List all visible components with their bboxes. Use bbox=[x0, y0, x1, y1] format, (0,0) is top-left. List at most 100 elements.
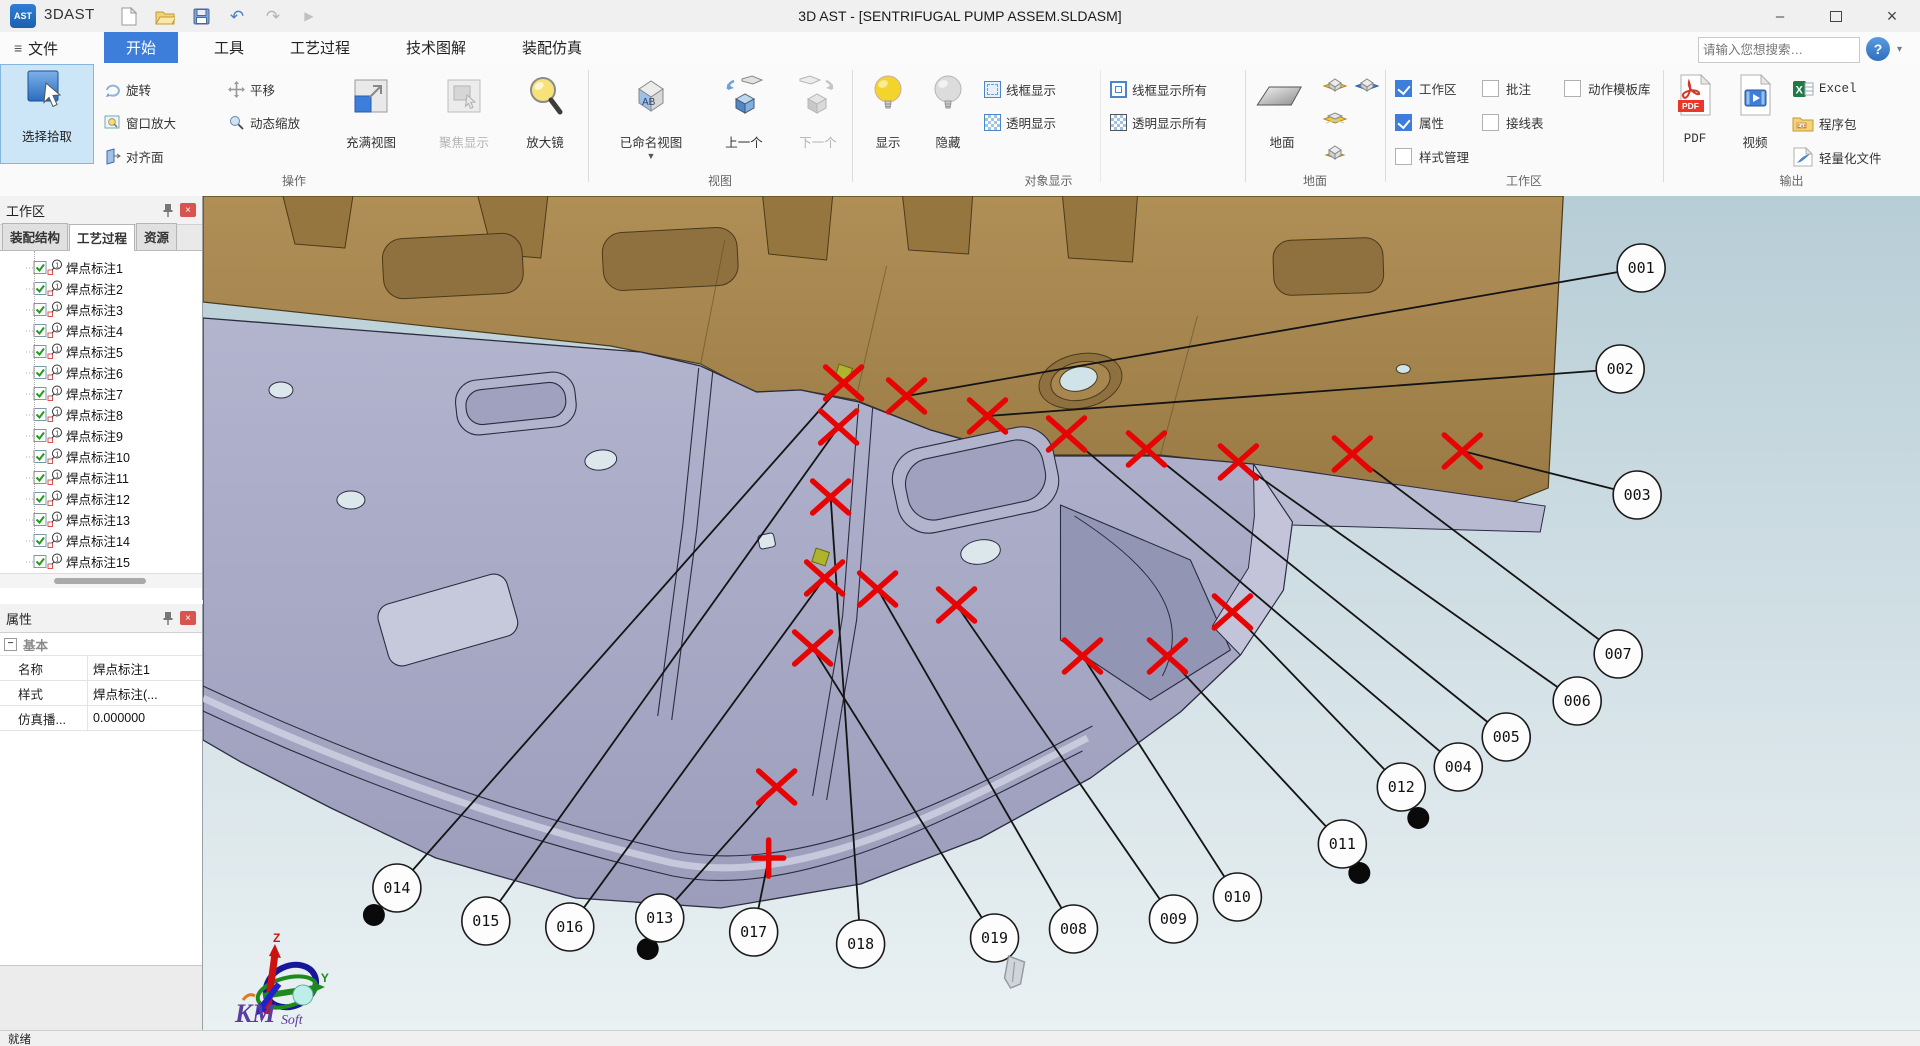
tree-checkbox[interactable] bbox=[34, 325, 46, 337]
tree-item[interactable]: 1焊点标注11 bbox=[0, 467, 202, 488]
balloon[interactable]: 012 bbox=[1377, 763, 1425, 811]
export-lightweight-button[interactable]: 轻量化文件 bbox=[1792, 146, 1882, 168]
named-view-caret-icon[interactable]: ▼ bbox=[647, 151, 656, 161]
balloon[interactable]: 004 bbox=[1434, 743, 1482, 791]
help-button[interactable]: ? bbox=[1866, 37, 1890, 61]
wireframe-display-button[interactable]: 线框显示 bbox=[984, 78, 1056, 100]
balloon[interactable]: 005 bbox=[1482, 713, 1530, 761]
tree-checkbox[interactable] bbox=[34, 409, 46, 421]
check-style-manager[interactable]: 样式管理 bbox=[1395, 146, 1469, 166]
tree-checkbox[interactable] bbox=[34, 535, 46, 547]
tree-checkbox[interactable] bbox=[34, 346, 46, 358]
balloon[interactable]: 002 bbox=[1596, 345, 1644, 393]
tab-assembly-structure[interactable]: 装配结构 bbox=[2, 223, 68, 250]
tree-checkbox[interactable] bbox=[34, 451, 46, 463]
tree-item[interactable]: 1焊点标注9 bbox=[0, 425, 202, 446]
rotate-button[interactable]: 旋转 bbox=[104, 78, 151, 100]
tree-checkbox[interactable] bbox=[34, 304, 46, 316]
show-button[interactable]: 显示 bbox=[862, 68, 914, 151]
file-menu-button[interactable]: ≡ 文件 bbox=[8, 36, 64, 60]
tree-item[interactable]: 1焊点标注12 bbox=[0, 488, 202, 509]
property-value-name[interactable]: 焊点标注1 bbox=[88, 656, 202, 680]
dynamic-zoom-button[interactable]: 动态缩放 bbox=[228, 111, 300, 133]
search-input[interactable] bbox=[1699, 43, 1868, 57]
minimize-button[interactable]: – bbox=[1752, 0, 1808, 32]
balloon[interactable]: 010 bbox=[1213, 873, 1261, 921]
check-action-template[interactable]: 动作模板库 bbox=[1564, 78, 1651, 98]
balloon[interactable]: 019 bbox=[971, 914, 1019, 962]
tree-item[interactable]: 1焊点标注14 bbox=[0, 530, 202, 551]
ground-cube-plain-button[interactable] bbox=[1322, 140, 1348, 162]
help-caret-icon[interactable]: ▾ bbox=[1897, 44, 1902, 55]
previous-view-button[interactable]: 上一个 bbox=[712, 68, 776, 151]
balloon[interactable]: 013 bbox=[636, 894, 684, 942]
balloon[interactable]: 018 bbox=[837, 920, 885, 968]
tree-checkbox[interactable] bbox=[34, 556, 46, 568]
viewport-3d[interactable]: 001 002 003 007006 005004012011 010 009 008 019 0… bbox=[203, 196, 1920, 1030]
tree-item[interactable]: 1焊点标注3 bbox=[0, 299, 202, 320]
pin-icon[interactable] bbox=[162, 203, 174, 217]
named-view-button[interactable]: AB 已命名视图 ▼ bbox=[596, 68, 706, 161]
select-pick-button[interactable]: 选择拾取 bbox=[0, 64, 94, 164]
properties-panel-close-button[interactable]: × bbox=[180, 611, 196, 625]
balloon[interactable]: 017 bbox=[730, 908, 778, 956]
tree-item[interactable]: 1焊点标注5 bbox=[0, 341, 202, 362]
balloon[interactable]: 011 bbox=[1318, 820, 1366, 868]
close-button[interactable]: × bbox=[1864, 0, 1920, 32]
balloon[interactable]: 007 bbox=[1594, 630, 1642, 678]
check-properties[interactable]: 属性 bbox=[1395, 112, 1444, 132]
balloon[interactable]: 003 bbox=[1613, 471, 1661, 519]
ground-button[interactable]: 地面 bbox=[1250, 68, 1314, 151]
check-workspace[interactable]: 工作区 bbox=[1395, 78, 1457, 98]
tree-item[interactable]: 1焊点标注8 bbox=[0, 404, 202, 425]
tree-checkbox[interactable] bbox=[34, 514, 46, 526]
align-face-button[interactable]: 对齐面 bbox=[104, 145, 164, 167]
collapse-icon[interactable]: − bbox=[4, 638, 17, 651]
export-excel-button[interactable]: X Excel bbox=[1792, 78, 1857, 100]
tab-assembly-sim[interactable]: 装配仿真 bbox=[500, 32, 604, 63]
tree-checkbox[interactable] bbox=[34, 388, 46, 400]
tree-item[interactable]: 1焊点标注13 bbox=[0, 509, 202, 530]
tree-item[interactable]: 1焊点标注7 bbox=[0, 383, 202, 404]
pin-icon[interactable] bbox=[162, 611, 174, 625]
workspace-panel-close-button[interactable]: × bbox=[180, 203, 196, 217]
export-video-button[interactable]: 视频 bbox=[1730, 68, 1780, 151]
tab-tools[interactable]: 工具 bbox=[192, 32, 266, 63]
property-value-sim[interactable]: 0.000000 bbox=[88, 706, 202, 730]
next-view-button[interactable]: 下一个 bbox=[786, 68, 850, 151]
export-package-button[interactable]: EXE 程序包 bbox=[1792, 112, 1857, 134]
tree-checkbox[interactable] bbox=[34, 262, 46, 274]
tree-item[interactable]: 1焊点标注2 bbox=[0, 278, 202, 299]
tree-item[interactable]: 1焊点标注10 bbox=[0, 446, 202, 467]
tree-checkbox[interactable] bbox=[34, 493, 46, 505]
focus-view-button[interactable]: 聚焦显示 bbox=[426, 68, 502, 151]
fit-view-button[interactable]: 充满视图 bbox=[336, 68, 406, 151]
check-annotation[interactable]: 批注 bbox=[1482, 78, 1531, 98]
tree-checkbox[interactable] bbox=[34, 283, 46, 295]
tab-process-tree[interactable]: 工艺过程 bbox=[69, 224, 135, 251]
check-wiring-table[interactable]: 接线表 bbox=[1482, 112, 1544, 132]
balloon[interactable]: 009 bbox=[1149, 895, 1197, 943]
wireframe-all-button[interactable]: 线框显示所有 bbox=[1110, 78, 1207, 100]
transparent-display-button[interactable]: 透明显示 bbox=[984, 111, 1056, 133]
tab-home[interactable]: 开始 bbox=[104, 32, 178, 63]
window-zoom-button[interactable]: 窗口放大 bbox=[104, 111, 176, 133]
balloon[interactable]: 015 bbox=[462, 897, 510, 945]
ground-cube-blue-button[interactable] bbox=[1354, 72, 1380, 94]
property-value-style[interactable]: 焊点标注(... bbox=[88, 681, 202, 705]
tab-process[interactable]: 工艺过程 bbox=[268, 32, 372, 63]
tree-item[interactable]: 1焊点标注4 bbox=[0, 320, 202, 341]
ground-cube-yellow-button[interactable] bbox=[1322, 72, 1348, 94]
balloon[interactable]: 014 bbox=[373, 864, 421, 912]
balloon[interactable]: 001 bbox=[1617, 244, 1665, 292]
balloon[interactable]: 008 bbox=[1050, 905, 1098, 953]
tree-checkbox[interactable] bbox=[34, 472, 46, 484]
transparent-all-button[interactable]: 透明显示所有 bbox=[1110, 111, 1207, 133]
tree-horizontal-scrollbar[interactable] bbox=[0, 573, 202, 588]
hide-button[interactable]: 隐藏 bbox=[922, 68, 974, 151]
tree-item[interactable]: 1焊点标注15 bbox=[0, 551, 202, 572]
maximize-button[interactable] bbox=[1808, 0, 1864, 32]
pan-button[interactable]: 平移 bbox=[228, 78, 275, 100]
tree-checkbox[interactable] bbox=[34, 430, 46, 442]
balloon[interactable]: 006 bbox=[1553, 677, 1601, 725]
